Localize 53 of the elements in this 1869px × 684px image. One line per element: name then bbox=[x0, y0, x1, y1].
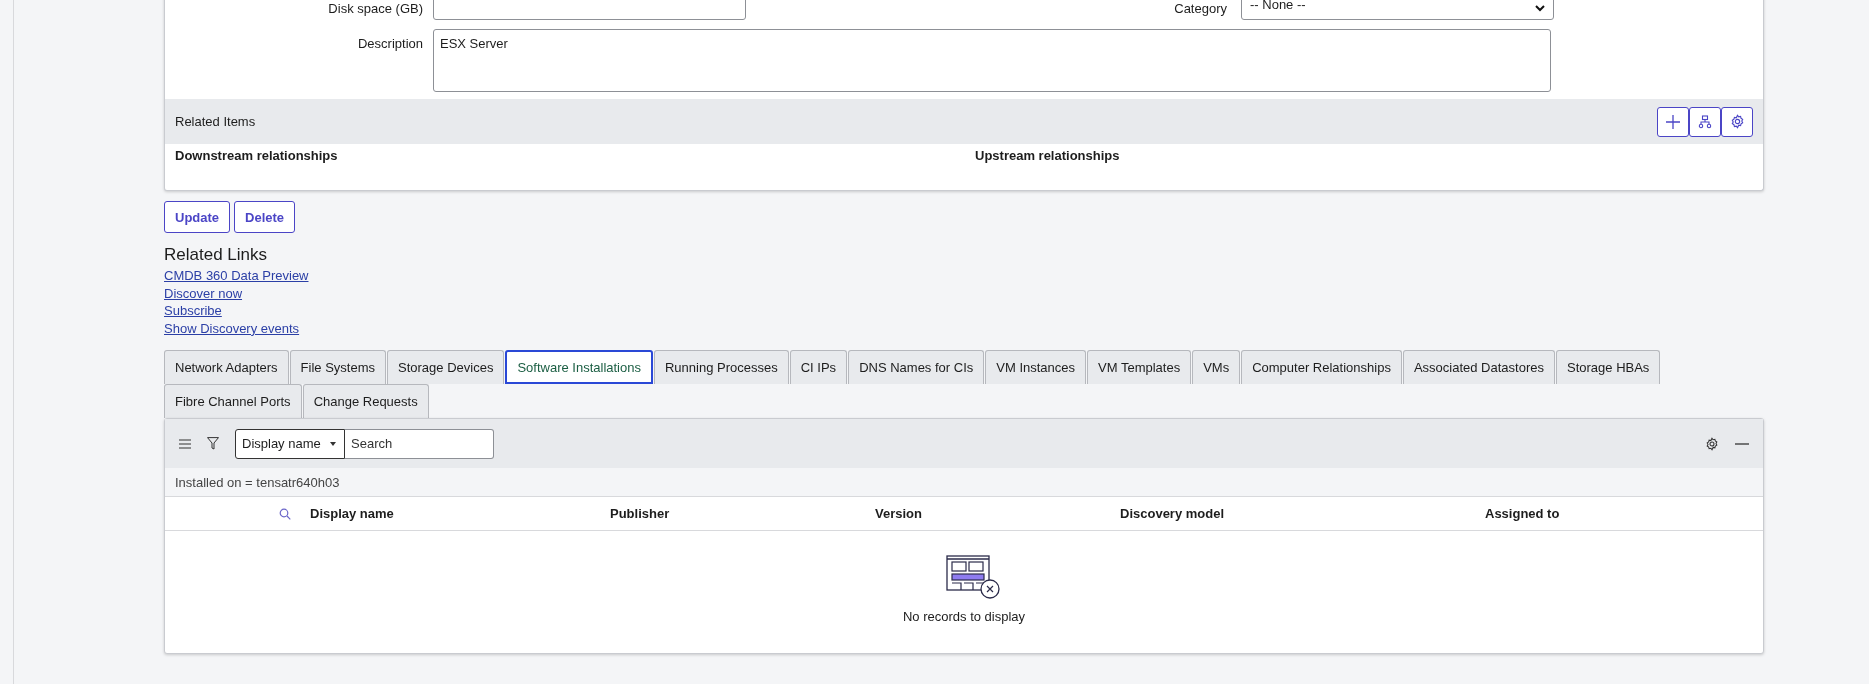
field-label: Category bbox=[1173, 0, 1228, 18]
gear-icon bbox=[1729, 114, 1745, 129]
related-links-heading: Related Links bbox=[164, 245, 268, 265]
search-icon[interactable] bbox=[279, 507, 291, 520]
search-field-select[interactable]: Display name bbox=[235, 428, 345, 459]
tab[interactable]: Storage HBAs bbox=[1556, 350, 1661, 385]
add-button[interactable] bbox=[1657, 106, 1689, 137]
tab[interactable]: Storage Devices bbox=[387, 350, 505, 385]
tab[interactable]: DNS Names for CIs bbox=[848, 350, 985, 385]
tab[interactable]: VMs bbox=[1192, 350, 1241, 385]
chevron-down-icon bbox=[1535, 5, 1545, 12]
column-header[interactable]: Discovery model bbox=[1120, 506, 1225, 522]
minimize-icon[interactable] bbox=[1735, 442, 1749, 445]
form-button[interactable]: Update bbox=[164, 201, 231, 233]
tab[interactable]: Associated Datastores bbox=[1402, 350, 1555, 385]
related-link[interactable]: Show Discovery events bbox=[164, 319, 300, 338]
column-header[interactable]: Display name bbox=[310, 506, 394, 522]
category-select[interactable]: -- None -- bbox=[1241, 0, 1554, 20]
menu-icon[interactable] bbox=[179, 438, 191, 449]
related-link[interactable]: Discover now bbox=[164, 284, 243, 303]
related-link[interactable]: Subscribe bbox=[164, 302, 222, 320]
filter-breadcrumb[interactable]: Installed on = tensatr640h03 bbox=[175, 474, 340, 490]
search-field[interactable]: Search bbox=[345, 428, 494, 459]
tab[interactable]: VM Templates bbox=[1087, 350, 1192, 385]
tab[interactable]: Computer Relationships bbox=[1241, 350, 1402, 385]
tab[interactable]: File Systems bbox=[289, 350, 386, 385]
form-button[interactable]: Delete bbox=[234, 201, 296, 233]
tab[interactable]: Network Adapters bbox=[164, 350, 289, 385]
caret-icon bbox=[330, 441, 336, 446]
field-label: Disk space (GB) bbox=[327, 0, 424, 18]
tab[interactable]: Change Requests bbox=[302, 384, 429, 419]
downstream-heading: Downstream relationships bbox=[175, 148, 339, 165]
settings-icon[interactable] bbox=[1705, 436, 1719, 451]
tab[interactable]: VM Instances bbox=[985, 350, 1087, 385]
hierarchy-icon bbox=[1698, 114, 1712, 129]
related-link[interactable]: CMDB 360 Data Preview bbox=[164, 267, 309, 285]
tab[interactable]: CI IPs bbox=[789, 350, 848, 385]
filter-icon[interactable] bbox=[207, 437, 219, 451]
settings-button[interactable] bbox=[1721, 106, 1753, 137]
field-label: Description bbox=[356, 35, 424, 53]
column-header[interactable]: Assigned to bbox=[1485, 506, 1560, 522]
empty-list-icon bbox=[946, 555, 1002, 602]
hierarchy-button[interactable] bbox=[1689, 106, 1721, 137]
plus-icon bbox=[1665, 113, 1681, 130]
tab[interactable]: Fibre Channel Ports bbox=[164, 384, 302, 419]
column-header[interactable]: Version bbox=[875, 506, 922, 522]
tab[interactable]: Software Installations bbox=[505, 350, 653, 385]
empty-message: No records to display bbox=[902, 609, 1026, 625]
tab[interactable]: Running Processes bbox=[654, 350, 789, 385]
column-header[interactable]: Publisher bbox=[610, 506, 670, 522]
section-title: Related Items bbox=[175, 114, 256, 129]
upstream-heading: Upstream relationships bbox=[975, 148, 1120, 165]
description-field[interactable]: ESX Server bbox=[433, 29, 1551, 92]
